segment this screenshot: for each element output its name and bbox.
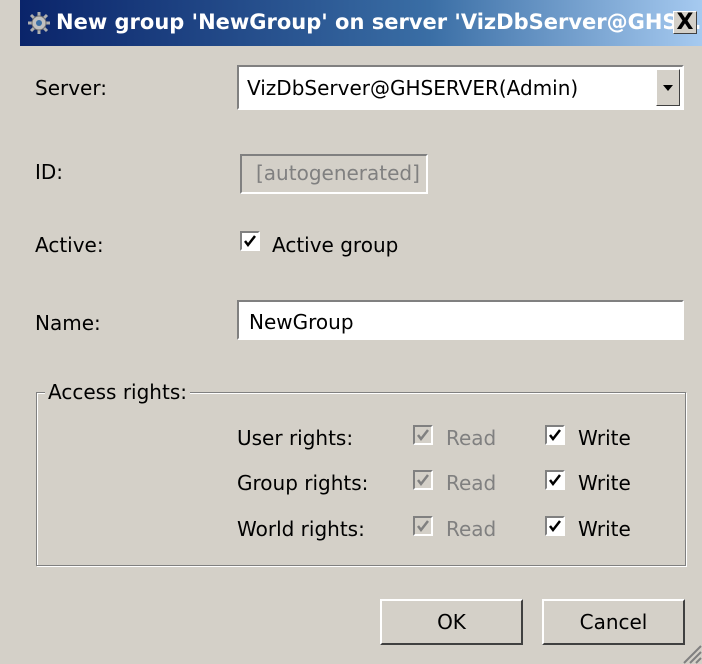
user-read-checkbox[interactable]: [413, 425, 433, 445]
user-read-label: Read: [446, 426, 497, 450]
check-icon: [417, 429, 429, 442]
check-icon: [549, 520, 561, 533]
world-rights-label: World rights:: [237, 517, 365, 541]
server-value: VizDbServer@GHSERVER(Admin): [247, 76, 579, 100]
ok-button[interactable]: OK: [380, 599, 523, 645]
id-field: [autogenerated]: [240, 154, 428, 194]
window-title: New group 'NewGroup' on server 'VizDbSer…: [56, 10, 702, 34]
name-label: Name:: [35, 311, 101, 335]
group-read-label: Read: [446, 471, 497, 495]
check-icon: [549, 474, 561, 487]
world-read-label: Read: [446, 517, 497, 541]
world-write-checkbox[interactable]: [545, 516, 565, 536]
server-label: Server:: [35, 76, 107, 100]
title-bar[interactable]: New group 'NewGroup' on server 'VizDbSer…: [20, 0, 702, 46]
resize-grip-icon[interactable]: [680, 642, 702, 664]
world-write-label: Write: [578, 517, 631, 541]
check-icon: [417, 474, 429, 487]
active-label: Active:: [35, 233, 104, 257]
access-rights-title: Access rights:: [45, 380, 190, 404]
cancel-button[interactable]: Cancel: [542, 599, 685, 645]
id-label: ID:: [35, 160, 64, 184]
group-write-label: Write: [578, 471, 631, 495]
dialog-window: New group 'NewGroup' on server 'VizDbSer…: [0, 0, 702, 664]
user-rights-label: User rights:: [237, 426, 354, 450]
gear-icon: [28, 12, 50, 34]
name-value: NewGroup: [249, 310, 354, 334]
server-dropdown-button[interactable]: [656, 69, 680, 106]
user-write-checkbox[interactable]: [545, 425, 565, 445]
active-checkbox-label: Active group: [272, 233, 399, 257]
check-icon: [417, 520, 429, 533]
active-checkbox-box[interactable]: [240, 231, 260, 251]
group-read-checkbox[interactable]: [413, 470, 433, 490]
check-icon: [244, 235, 256, 248]
close-button[interactable]: X: [673, 11, 697, 34]
group-write-checkbox[interactable]: [545, 470, 565, 490]
user-write-label: Write: [578, 426, 631, 450]
group-rights-label: Group rights:: [237, 471, 369, 495]
check-icon: [549, 429, 561, 442]
world-read-checkbox[interactable]: [413, 516, 433, 536]
server-select[interactable]: VizDbServer@GHSERVER(Admin): [237, 65, 684, 110]
name-input[interactable]: NewGroup: [237, 300, 684, 340]
chevron-down-icon: [663, 85, 673, 91]
